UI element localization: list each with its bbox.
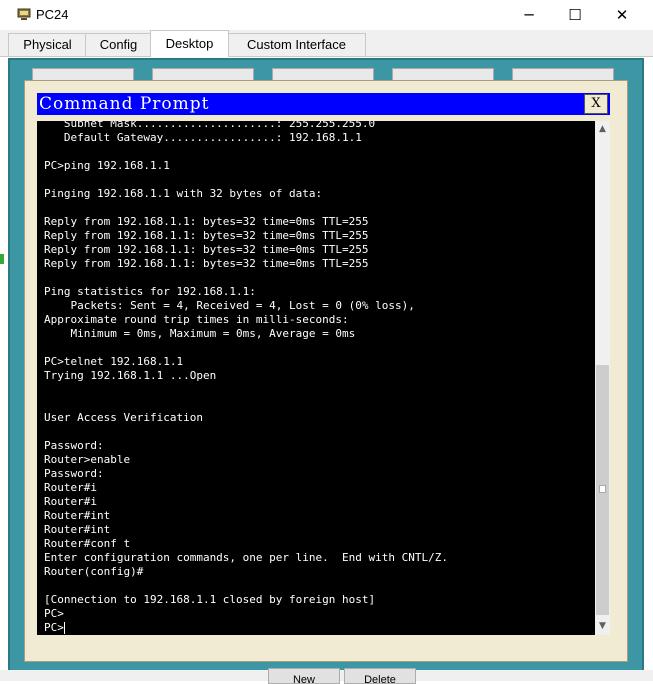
tab-physical[interactable]: Physical xyxy=(8,33,87,56)
command-prompt-close-button[interactable]: X xyxy=(584,94,608,114)
text-cursor xyxy=(63,622,65,634)
command-prompt-titlebar: Command Prompt xyxy=(37,93,610,115)
tab-config[interactable]: Config xyxy=(85,33,152,56)
new-button[interactable]: New xyxy=(268,668,340,684)
terminal-scrollbar[interactable]: ▲ ▼ xyxy=(595,121,610,635)
tab-bar: Physical Config Desktop Custom Interface xyxy=(0,30,653,57)
scroll-thumb[interactable] xyxy=(596,365,609,615)
terminal-output[interactable]: Subnet Mask.....................: 255.25… xyxy=(37,121,595,635)
terminal-text: Subnet Mask.....................: 255.25… xyxy=(44,121,448,620)
scroll-up-arrow-icon[interactable]: ▲ xyxy=(595,121,610,138)
tab-custom-interface[interactable]: Custom Interface xyxy=(227,33,366,56)
delete-button[interactable]: Delete xyxy=(344,668,416,684)
close-button[interactable]: ✕ xyxy=(599,0,645,30)
side-indicator xyxy=(0,254,4,264)
command-prompt-title: Command Prompt xyxy=(39,94,210,114)
terminal-prompt: PC> xyxy=(44,621,64,634)
scroll-grip-icon xyxy=(599,485,606,493)
maximize-button[interactable]: ☐ xyxy=(552,0,598,30)
pc-app-icon xyxy=(17,8,31,20)
window-title: PC24 xyxy=(36,7,69,22)
window-titlebar: PC24 ─ ☐ ✕ xyxy=(0,0,653,30)
tab-desktop[interactable]: Desktop xyxy=(150,30,229,57)
scroll-down-arrow-icon[interactable]: ▼ xyxy=(595,618,610,635)
minimize-button[interactable]: ─ xyxy=(506,0,552,30)
command-prompt-window: Command Prompt X Subnet Mask............… xyxy=(24,80,628,662)
